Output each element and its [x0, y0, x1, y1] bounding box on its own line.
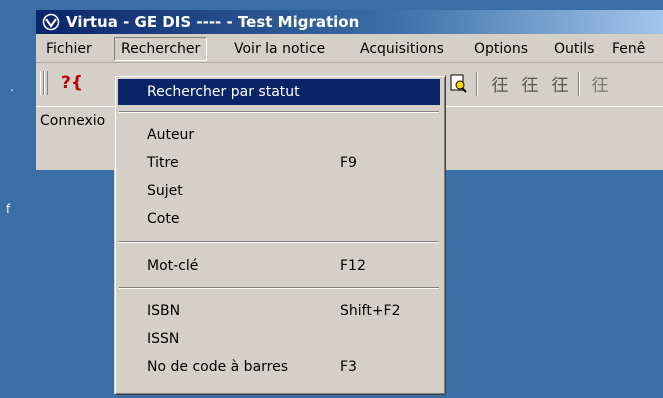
menu-item-label: Rechercher par statut: [147, 84, 300, 100]
toolbar-separator: [578, 72, 580, 96]
menu-acquisitions[interactable]: Acquisitions: [354, 38, 450, 60]
menu-item-cote[interactable]: Cote: [118, 206, 440, 232]
record-icon-2[interactable]: 彺: [518, 71, 542, 96]
app-logo-icon: [42, 13, 60, 31]
menu-item-sujet[interactable]: Sujet: [118, 178, 440, 204]
menu-item-titre[interactable]: Titre F9: [118, 150, 440, 176]
help-context-icon[interactable]: ?{: [60, 71, 84, 95]
menu-item-mot-cle[interactable]: Mot-clé F12: [118, 253, 440, 279]
menu-rechercher[interactable]: Rechercher: [114, 37, 208, 61]
menu-item-label: Mot-clé: [147, 258, 199, 274]
menu-item-isbn[interactable]: ISBN Shift+F2: [118, 298, 440, 324]
toolbar-grip[interactable]: [44, 71, 48, 95]
menu-item-label: Auteur: [147, 127, 195, 143]
toolbar-separator: [476, 72, 478, 96]
record-icon-3[interactable]: 彺: [548, 71, 572, 96]
menu-item-shortcut: Shift+F2: [340, 303, 401, 319]
menu-item-label: Sujet: [147, 183, 183, 199]
menu-item-label: ISSN: [147, 331, 180, 347]
menu-item-shortcut: F12: [340, 258, 366, 274]
menu-bar: Fichier Rechercher Voir la notice Acquis…: [36, 34, 663, 63]
menu-item-shortcut: F9: [340, 155, 357, 171]
menu-item-label: Titre: [147, 155, 179, 171]
menu-item-label: ISBN: [147, 303, 181, 319]
desktop-glyph: .: [10, 80, 14, 94]
record-icon-4[interactable]: 彺: [588, 71, 612, 96]
menu-item-label: Cote: [147, 211, 180, 227]
connection-label: Connexio: [40, 113, 106, 129]
window-title: Virtua - GE DIS ---- - Test Migration: [66, 13, 360, 31]
menu-item-label: No de code à barres: [147, 359, 289, 375]
menu-separator: [119, 287, 439, 289]
menu-item-issn[interactable]: ISSN: [118, 326, 440, 352]
menu-item-shortcut: F3: [340, 359, 357, 375]
rechercher-dropdown-menu: Rechercher par statut Auteur Titre F9 Su…: [114, 75, 446, 395]
document-search-icon[interactable]: [446, 71, 470, 95]
record-icon-1[interactable]: 彺: [488, 71, 512, 96]
menu-item-no-de-code-a-barres[interactable]: No de code à barres F3: [118, 354, 440, 380]
menu-separator: [119, 241, 439, 243]
menu-item-rechercher-par-statut[interactable]: Rechercher par statut: [118, 79, 440, 105]
menu-item-auteur[interactable]: Auteur: [118, 122, 440, 148]
menu-fenetre[interactable]: Fenê: [606, 38, 651, 60]
menu-separator: [119, 111, 439, 113]
menu-voir-la-notice[interactable]: Voir la notice: [228, 38, 331, 60]
menu-outils[interactable]: Outils: [548, 38, 600, 60]
title-bar[interactable]: Virtua - GE DIS ---- - Test Migration: [36, 10, 663, 34]
menu-options[interactable]: Options: [468, 38, 534, 60]
desktop-glyph: f: [6, 202, 11, 216]
menu-fichier[interactable]: Fichier: [40, 38, 98, 60]
